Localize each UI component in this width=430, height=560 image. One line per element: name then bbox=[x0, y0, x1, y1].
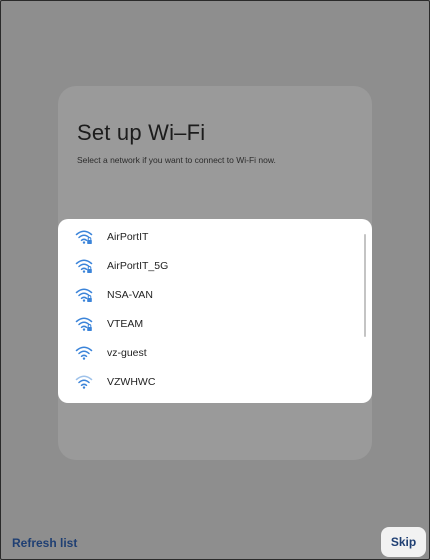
list-scrollbar[interactable] bbox=[364, 234, 366, 337]
network-name: vz-guest bbox=[107, 347, 147, 359]
wifi-icon bbox=[75, 375, 93, 389]
network-item[interactable]: NSA-VAN bbox=[58, 281, 358, 310]
page-subtitle: Select a network if you want to connect … bbox=[77, 155, 276, 165]
network-name: AirPortIT_5G bbox=[107, 260, 169, 272]
network-list[interactable]: AirPortIT AirPortIT_5G NSA-VAN VTEAM vz-… bbox=[58, 219, 372, 403]
wifi-icon bbox=[75, 346, 93, 360]
network-item[interactable]: VZWHWC bbox=[58, 368, 358, 397]
network-name: NSA-VAN bbox=[107, 289, 153, 301]
network-item[interactable]: VTEAM bbox=[58, 310, 358, 339]
network-item[interactable]: AirPortIT bbox=[58, 223, 358, 252]
wifi-lock-icon bbox=[75, 230, 93, 244]
page-title: Set up Wi–Fi bbox=[77, 120, 206, 145]
network-item[interactable]: AirPortIT_5G bbox=[58, 252, 358, 281]
network-name: VZWHWC bbox=[107, 376, 156, 388]
wifi-lock-icon bbox=[75, 317, 93, 331]
skip-button[interactable]: Skip bbox=[381, 527, 426, 557]
wifi-lock-icon bbox=[75, 288, 93, 302]
network-item[interactable]: vz-guest bbox=[58, 339, 358, 368]
network-name: VTEAM bbox=[107, 318, 144, 330]
network-name: AirPortIT bbox=[107, 231, 149, 243]
refresh-list-button[interactable]: Refresh list bbox=[12, 536, 77, 550]
wifi-lock-icon bbox=[75, 259, 93, 273]
